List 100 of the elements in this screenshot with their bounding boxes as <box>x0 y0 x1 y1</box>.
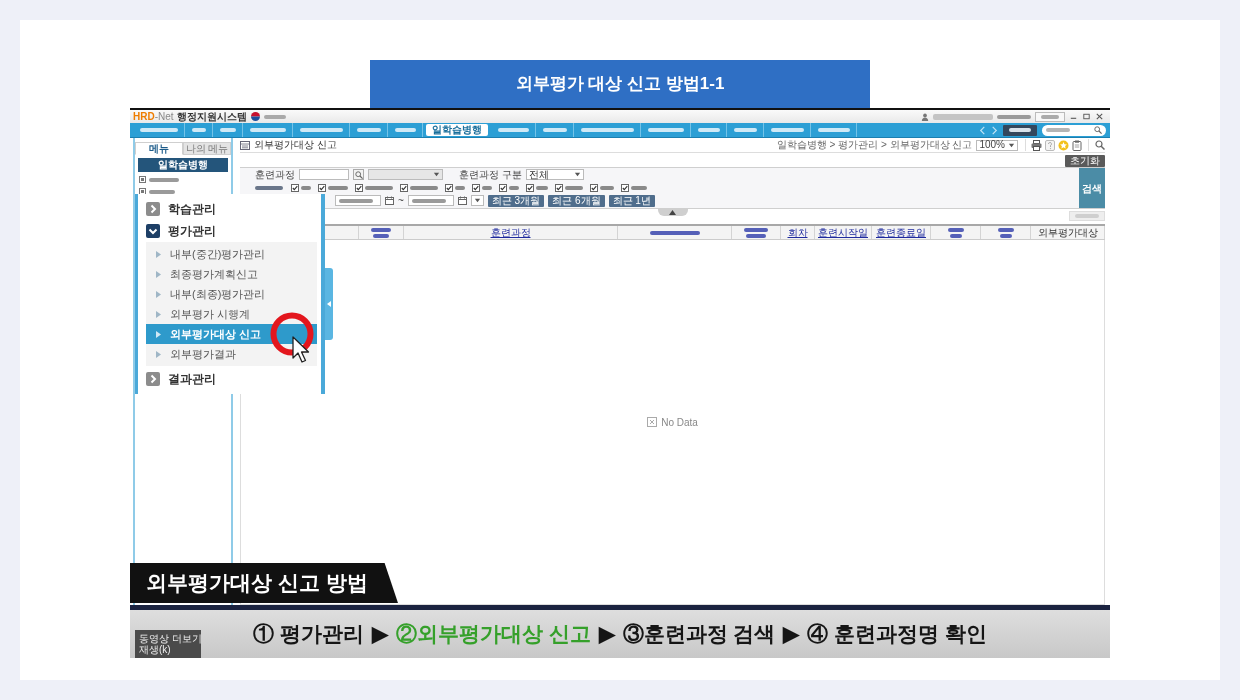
checkbox[interactable] <box>472 183 480 192</box>
checkbox[interactable] <box>590 183 598 192</box>
range-separator: ~ <box>398 194 404 207</box>
side-menu-tab[interactable]: 나의 메뉴 <box>183 142 231 155</box>
submenu-item[interactable]: 최종평가계획신고 <box>146 264 317 284</box>
calendar-icon[interactable] <box>385 196 394 205</box>
course-input[interactable] <box>299 169 349 180</box>
highlight-ring <box>270 312 314 356</box>
step-label: ③훈련과정 검색 <box>622 621 776 648</box>
blurred-text-drawing <box>263 114 286 119</box>
empty-message: No Data <box>661 415 698 430</box>
emblem-icon <box>250 112 260 121</box>
breadcrumb: 일학습병행 > 평가관리 > 외부평가대상 신고 <box>776 139 973 151</box>
blurred-text-drawing <box>394 128 416 132</box>
blurred-text-drawing <box>301 185 311 190</box>
chevron-left-icon[interactable] <box>979 125 986 135</box>
checkbox[interactable] <box>355 183 363 192</box>
search-icon[interactable] <box>1095 140 1105 150</box>
step-arrow: ▶ <box>783 621 800 648</box>
step-arrow: ▶ <box>371 621 388 648</box>
search-icon <box>354 170 363 179</box>
collapse-handle[interactable] <box>325 268 333 340</box>
blurred-text-drawing <box>770 128 804 132</box>
blurred-text-drawing <box>299 128 343 132</box>
chevron-right-icon[interactable] <box>991 125 998 135</box>
date-field[interactable] <box>407 195 454 206</box>
user-icon <box>921 112 929 121</box>
date-field[interactable] <box>335 195 381 206</box>
reset-button[interactable]: 초기화 <box>1065 155 1105 167</box>
blurred-text-drawing <box>580 128 634 132</box>
period-button[interactable]: 최근 3개월 <box>487 194 545 207</box>
submenu-item[interactable]: 외부평가결과 <box>146 344 317 364</box>
menu-group[interactable]: 평가관리 <box>138 220 321 242</box>
window-icon <box>240 140 250 150</box>
period-button[interactable]: 최근 1년 <box>608 194 655 207</box>
slide-title: 외부평가 대상 신고 방법1-1 <box>370 60 870 108</box>
calendar-icon[interactable] <box>457 196 467 205</box>
course-search-button[interactable] <box>353 169 364 180</box>
caret-down-icon <box>573 171 581 178</box>
caret-left-icon <box>327 301 331 307</box>
blurred-text-drawing <box>410 185 438 190</box>
menu-group[interactable]: 결과관리 <box>138 368 321 390</box>
menu-group[interactable]: 학습관리 <box>138 198 321 220</box>
search-icon[interactable] <box>1094 126 1102 134</box>
triangle-bullet-icon <box>156 290 161 298</box>
submenu-item[interactable]: 외부평가 시행계 <box>146 304 317 324</box>
period-button[interactable]: 최근 6개월 <box>548 194 605 207</box>
blurred-text-drawing <box>536 185 548 190</box>
app-logo: HRD-Net 행정지원시스템 <box>133 110 247 123</box>
column-header[interactable]: 회차 <box>787 226 808 239</box>
column-header[interactable]: 훈련시작일 <box>818 226 868 239</box>
period-select[interactable] <box>470 195 484 206</box>
triangle-bullet-icon <box>156 350 161 358</box>
column-header[interactable]: 훈련종료일 <box>876 226 926 239</box>
triangle-bullet-icon <box>156 250 161 258</box>
clipboard-icon[interactable] <box>1072 139 1082 151</box>
collapse-button[interactable] <box>657 209 688 216</box>
field-label: 훈련과정 구분 <box>459 168 522 181</box>
caret-down-icon <box>433 171 440 178</box>
redacted-name-drawing <box>933 113 993 120</box>
menu-search-field[interactable] <box>1042 124 1106 136</box>
blurred-text-drawing <box>191 128 206 132</box>
blurred-text-drawing <box>149 189 175 194</box>
submenu-item[interactable]: 내부(중간)평가관리 <box>146 244 317 264</box>
blurred-text-drawing <box>482 185 492 190</box>
star-icon[interactable] <box>1058 139 1069 151</box>
blurred-text-drawing <box>1046 128 1070 132</box>
close-icon[interactable] <box>1095 112 1104 121</box>
triangle-bullet-icon <box>156 330 161 338</box>
player-tooltip: 동영상 더보기 재생(k) <box>135 630 201 658</box>
caption-title: 외부평가대상 신고 방법 <box>130 563 398 603</box>
checkbox[interactable] <box>445 183 453 192</box>
blurred-text-drawing <box>455 185 465 190</box>
step-label: ②외부평가대상 신고 <box>395 621 591 648</box>
menu-tab[interactable]: 일학습병행 <box>426 124 488 136</box>
submenu-item[interactable]: 내부(최종)평가관리 <box>146 284 317 304</box>
course-type-select[interactable]: 전체 <box>525 169 584 180</box>
blurred-text-drawing <box>733 128 757 132</box>
blurred-text-drawing <box>600 185 614 190</box>
blurred-text-drawing <box>328 185 348 190</box>
blurred-text-drawing <box>1041 114 1059 119</box>
checkbox[interactable] <box>499 183 507 192</box>
zoom-select[interactable]: 100% <box>976 139 1018 151</box>
blurred-text-drawing <box>697 128 720 132</box>
menu-bar-button[interactable] <box>1003 124 1037 136</box>
maximize-icon[interactable] <box>1082 112 1091 121</box>
printer-icon[interactable] <box>1031 139 1042 151</box>
broken-image-icon <box>647 417 658 427</box>
blurred-text-drawing <box>249 128 286 132</box>
checkbox[interactable] <box>526 183 534 192</box>
column-header[interactable]: 훈련과정 <box>490 226 531 239</box>
checkbox[interactable] <box>291 183 299 192</box>
caret-down-icon <box>1008 141 1015 149</box>
checkbox[interactable] <box>318 183 326 192</box>
checkbox[interactable] <box>555 183 563 192</box>
search-button[interactable]: 검색 <box>1079 168 1105 208</box>
checkbox[interactable] <box>400 183 408 192</box>
blurred-text-drawing <box>339 198 373 203</box>
side-menu-tab[interactable]: 메뉴 <box>135 142 183 155</box>
checkbox[interactable] <box>621 183 629 192</box>
